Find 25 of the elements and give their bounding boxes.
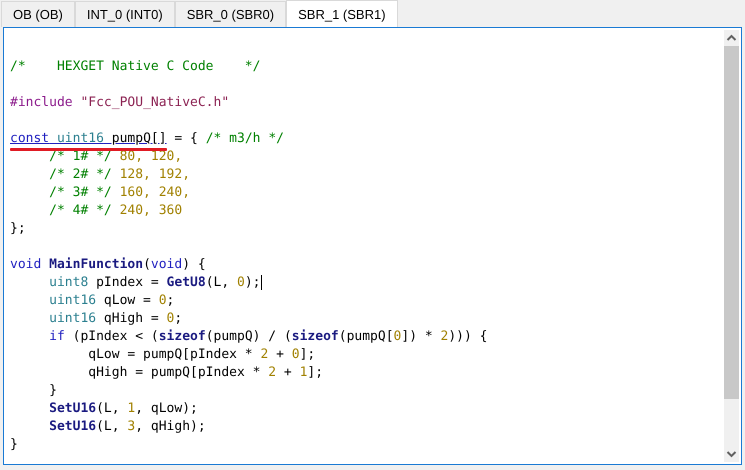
- code-line: };: [10, 220, 26, 238]
- code-line: /* 2# */ 128, 192,: [48, 166, 190, 184]
- code-line: /* 1# */ 80, 120,: [48, 148, 182, 166]
- code-line: qLow = pumpQ[pIndex * 2 + 0];: [87, 346, 316, 364]
- code-line: SetU16(L, 3, qHigh);: [48, 418, 206, 436]
- code-line: qHigh = pumpQ[pIndex * 2 + 1];: [87, 364, 324, 382]
- code-line: /* 3# */ 160, 240,: [48, 184, 190, 202]
- code-line: /* 4# */ 240, 360: [48, 202, 182, 220]
- code-line: if (pIndex < (sizeof(pumpQ) / (sizeof(pumpQ[0]) * 2))) {: [48, 328, 488, 346]
- scrollbar[interactable]: [724, 30, 739, 462]
- tab[interactable]: OB (OB): [1, 1, 75, 27]
- code-line: }: [48, 382, 57, 400]
- code-line: }: [10, 436, 18, 454]
- code-line: uint16 qLow = 0;: [48, 292, 174, 310]
- scroll-thumb[interactable]: [724, 46, 739, 399]
- code-line: SetU16(L, 1, qLow);: [48, 400, 198, 418]
- code-line: /* HEXGET Native C Code */: [10, 58, 260, 76]
- tab[interactable]: SBR_1 (SBR1): [286, 0, 398, 27]
- tab[interactable]: INT_0 (INT0): [74, 1, 175, 27]
- code-line: void MainFunction(void) {: [10, 256, 206, 274]
- code-line: const uint16 pumpQ[] = { /* m3/h */: [10, 130, 284, 148]
- code-line: uint16 qHigh = 0;: [48, 310, 182, 328]
- code-line: #include "Fcc_POU_NativeC.h": [10, 94, 230, 112]
- tab[interactable]: SBR_0 (SBR0): [174, 1, 286, 27]
- code-line: uint8 pIndex = GetU8(L, 0);: [48, 274, 262, 292]
